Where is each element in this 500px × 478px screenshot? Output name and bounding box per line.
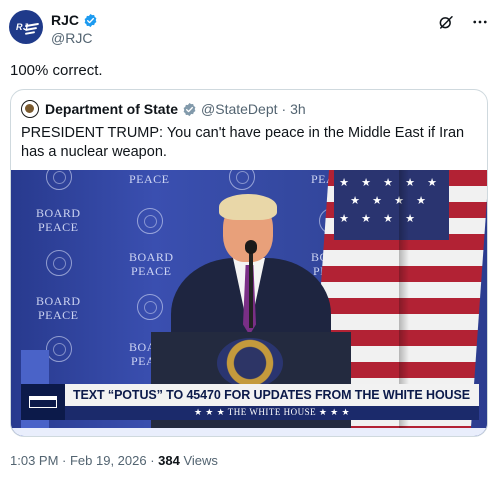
quoted-tweet-header: Department of State @StateDept · 3h — [21, 100, 306, 118]
views-label: Views — [179, 453, 218, 468]
tweet: RJ RJC @RJC 100% correct. Department of … — [0, 0, 500, 478]
backdrop-wordmark: BOARDPEACE — [36, 294, 81, 322]
quoted-media-image[interactable]: PEACE PEACE BOARDPEACE BOARDPEACE BOARDP… — [11, 170, 487, 436]
lower-third-banner: TEXT “POTUS” TO 45470 FOR UPDATES FROM T… — [21, 384, 479, 420]
verified-badge-icon — [84, 13, 97, 27]
lower-third-text: TEXT “POTUS” TO 45470 FOR UPDATES FROM T… — [73, 388, 470, 402]
state-dept-seal-icon[interactable] — [21, 100, 39, 118]
quoted-tweet[interactable]: Department of State @StateDept · 3h PRES… — [10, 89, 488, 437]
seal-icon — [137, 294, 163, 320]
presidential-seal-icon — [217, 338, 283, 388]
tweet-actions — [436, 12, 490, 32]
backdrop-wordmark: BOARDPEACE — [36, 206, 81, 234]
tweet-text: 100% correct. — [10, 62, 103, 79]
author-handle[interactable]: @RJC — [51, 30, 92, 46]
grok-icon[interactable] — [436, 12, 456, 32]
seal-icon — [46, 336, 72, 362]
views-count: 384 — [158, 453, 180, 468]
quoted-author-handle[interactable]: @StateDept — [201, 101, 277, 117]
backdrop-wordmark: PEACE — [129, 172, 170, 186]
quoted-tweet-text: PRESIDENT TRUMP: You can't have peace in… — [21, 125, 465, 160]
quoted-verified-badge-icon — [183, 102, 196, 116]
microphone — [249, 248, 253, 328]
lower-third-subtext: ★ ★ ★ THE WHITE HOUSE ★ ★ ★ — [193, 407, 351, 417]
author-name-row: RJC — [51, 12, 98, 28]
author-avatar[interactable]: RJ — [9, 10, 43, 44]
white-house-logo-icon — [21, 384, 65, 420]
quoted-time[interactable]: · 3h — [282, 101, 306, 117]
tweet-meta: 1:03 PM · Feb 19, 2026 · 384 Views — [10, 453, 218, 468]
quoted-author-name[interactable]: Department of State — [45, 101, 178, 117]
seal-icon — [46, 250, 72, 276]
tweet-time[interactable]: 1:03 PM — [10, 453, 58, 468]
seal-icon — [137, 208, 163, 234]
author-display-name[interactable]: RJC — [51, 12, 79, 28]
tweet-date[interactable]: Feb 19, 2026 — [70, 453, 147, 468]
more-icon[interactable] — [470, 12, 490, 32]
